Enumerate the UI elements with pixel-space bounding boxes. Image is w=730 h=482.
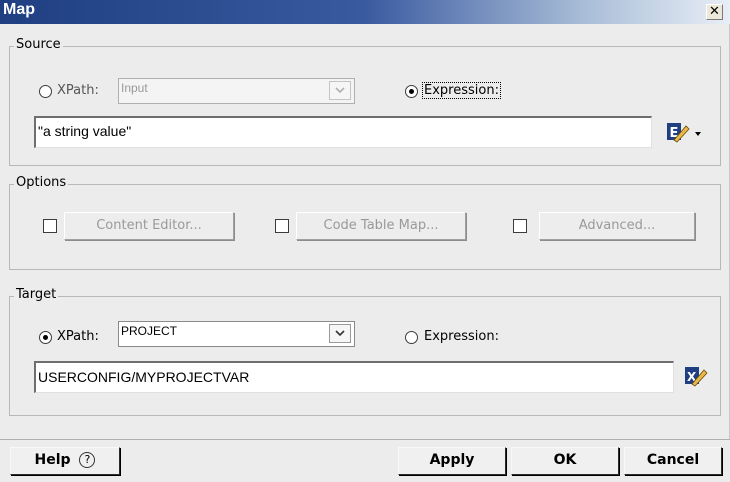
content-editor-checkbox[interactable] — [43, 219, 57, 233]
cancel-button[interactable]: Cancel — [624, 447, 722, 475]
source-group — [9, 46, 721, 166]
title-bar: Map ✕ — [0, 0, 730, 24]
target-group — [9, 296, 721, 416]
window-title: Map — [3, 1, 35, 18]
target-expression-radio[interactable] — [405, 331, 418, 344]
advanced-checkbox[interactable] — [513, 219, 527, 233]
target-xpath-dropdown-button[interactable] — [329, 324, 351, 343]
source-expression-input[interactable]: "a string value" — [34, 116, 652, 148]
content-editor-button[interactable]: Content Editor... — [64, 212, 234, 240]
ok-button[interactable]: OK — [511, 447, 619, 475]
source-xpath-radio[interactable] — [39, 85, 52, 98]
advanced-button[interactable]: Advanced... — [539, 212, 695, 240]
help-button-label: Help — [34, 452, 71, 468]
options-legend: Options — [14, 175, 69, 190]
code-table-map-button[interactable]: Code Table Map... — [296, 212, 466, 240]
target-xpath-combo[interactable]: PROJECT — [118, 321, 355, 347]
source-xpath-label: XPath: — [57, 83, 99, 98]
chevron-down-icon — [335, 87, 345, 94]
target-legend: Target — [14, 287, 59, 302]
xpath-editor-button[interactable]: X — [684, 366, 708, 392]
help-button[interactable]: Help ? — [10, 447, 120, 475]
target-xpath-label: XPath: — [57, 329, 99, 344]
chevron-down-icon — [335, 330, 345, 337]
apply-button[interactable]: Apply — [398, 447, 506, 475]
source-expression-radio[interactable] — [405, 85, 418, 98]
xpath-editor-icon: X — [685, 367, 708, 387]
source-xpath-dropdown-button[interactable] — [329, 81, 351, 100]
code-table-map-checkbox[interactable] — [275, 219, 289, 233]
source-xpath-combo[interactable]: Input — [118, 78, 355, 104]
map-dialog: Map ✕ Source XPath: Input Expression: "a… — [0, 0, 730, 482]
close-button[interactable]: ✕ — [706, 4, 723, 20]
expression-editor-icon: E — [667, 123, 701, 143]
source-legend: Source — [14, 37, 63, 52]
source-expression-label: Expression: — [422, 82, 501, 99]
target-xpath-value: PROJECT — [121, 324, 178, 338]
help-circle-icon: ? — [79, 452, 96, 468]
close-icon: ✕ — [709, 4, 720, 19]
dialog-footer: Help ? Apply OK Cancel — [0, 439, 730, 482]
target-expression-label: Expression: — [424, 329, 499, 344]
expression-editor-button[interactable]: E — [666, 122, 706, 148]
source-xpath-value: Input — [121, 81, 148, 95]
target-xpath-input[interactable]: USERCONFIG/MYPROJECTVAR — [34, 361, 674, 393]
target-xpath-radio[interactable] — [39, 331, 52, 344]
